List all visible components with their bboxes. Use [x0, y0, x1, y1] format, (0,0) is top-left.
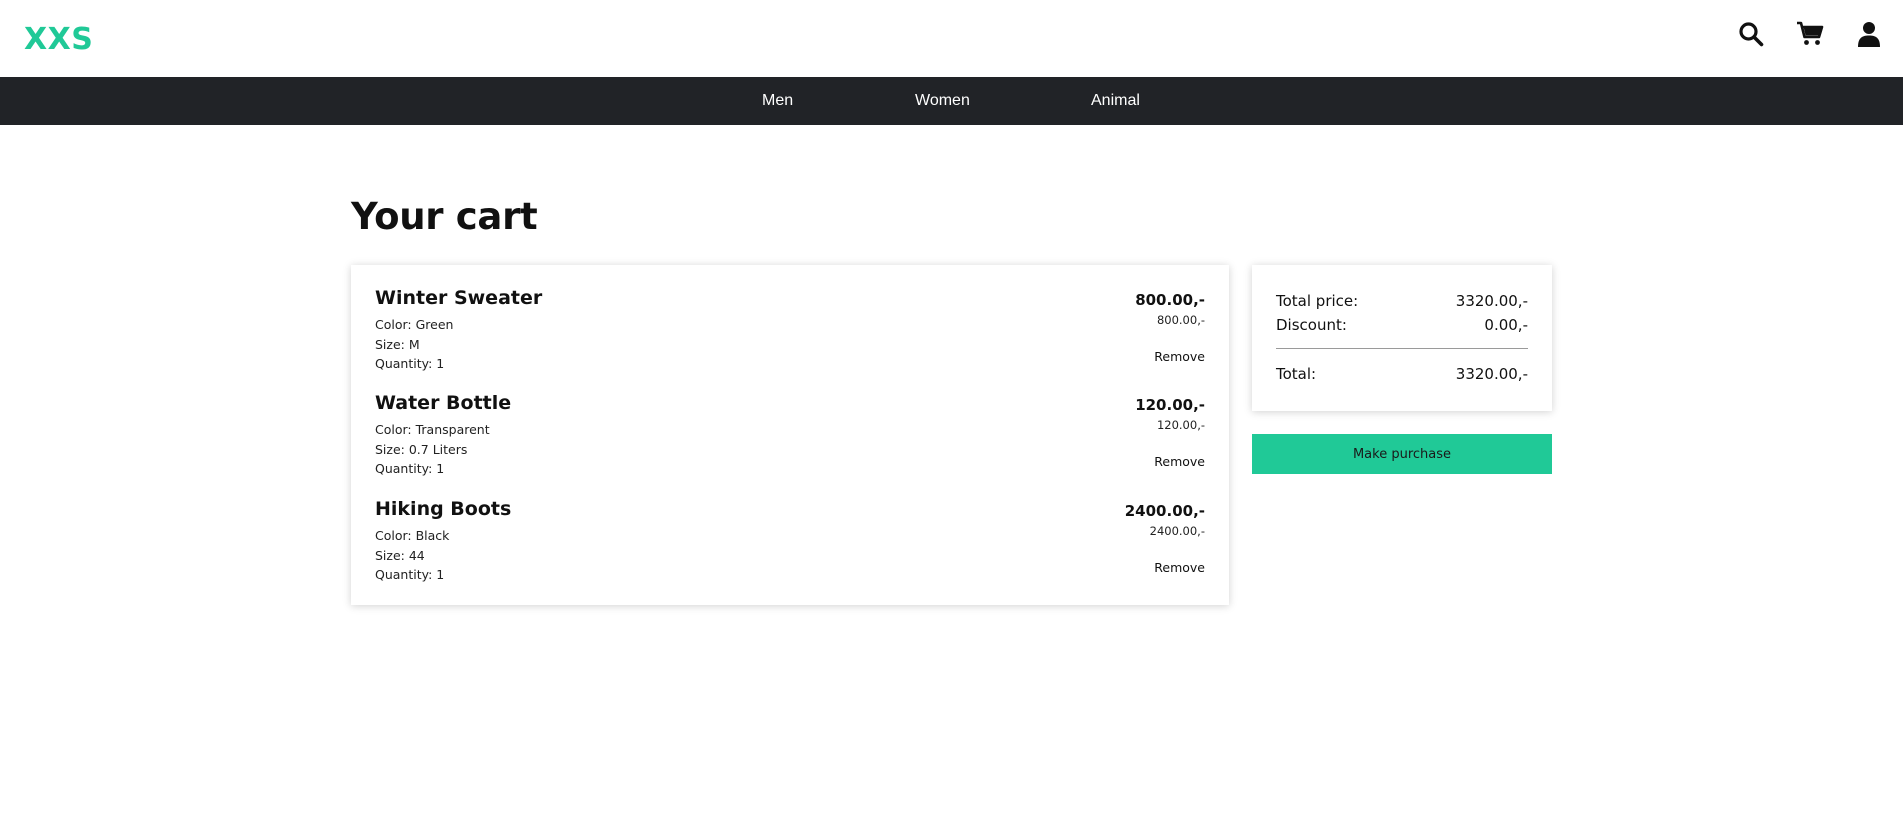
item-quantity: Quantity: 1 [375, 356, 445, 371]
item-name: Winter Sweater [375, 287, 543, 309]
item-unit-price: 2400.00,- [1149, 524, 1205, 538]
cart-items-card: Winter Sweater Color: Green Size: M Quan… [351, 265, 1229, 605]
discount-label: Discount: [1276, 316, 1347, 334]
main-nav: Men Women Animal [0, 77, 1903, 125]
nav-item-men[interactable]: Men [762, 92, 793, 110]
item-size: Size: 0.7 Liters [375, 442, 468, 457]
item-quantity: Quantity: 1 [375, 567, 445, 582]
logo[interactable]: XXS [24, 22, 93, 57]
item-name: Water Bottle [375, 392, 512, 414]
item-quantity: Quantity: 1 [375, 461, 445, 476]
item-price: 120.00,- [1135, 396, 1205, 414]
remove-button[interactable]: Remove [1154, 349, 1205, 364]
remove-button[interactable]: Remove [1154, 560, 1205, 575]
order-summary-card: Total price: 3320.00,- Discount: 0.00,- … [1252, 265, 1552, 411]
nav-item-animal[interactable]: Animal [1091, 92, 1140, 110]
top-header: XXS [0, 0, 1903, 77]
item-unit-price: 800.00,- [1156, 313, 1205, 327]
item-size: Size: M [375, 337, 420, 352]
item-color: Color: Black [375, 528, 450, 543]
item-price: 800.00,- [1135, 291, 1205, 309]
header-icons [1737, 18, 1883, 50]
make-purchase-button[interactable]: Make purchase [1252, 434, 1552, 474]
cart-item: Winter Sweater Color: Green Size: M Quan… [375, 287, 1205, 387]
discount-value: 0.00,- [1484, 316, 1528, 334]
summary-divider [1276, 348, 1528, 349]
cart-item: Hiking Boots Color: Black Size: 44 Quant… [375, 498, 1205, 598]
item-color: Color: Transparent [375, 422, 490, 437]
remove-button[interactable]: Remove [1154, 454, 1205, 469]
total-price-label: Total price: [1276, 292, 1359, 310]
total-value: 3320.00,- [1455, 365, 1528, 383]
search-icon[interactable] [1737, 18, 1765, 50]
total-label: Total: [1276, 365, 1317, 383]
cart-icon[interactable] [1796, 18, 1824, 50]
cart-item: Water Bottle Color: Transparent Size: 0.… [375, 392, 1205, 492]
page-title: Your cart [351, 195, 538, 238]
user-icon[interactable] [1855, 18, 1883, 50]
item-price: 2400.00,- [1124, 502, 1205, 520]
item-color: Color: Green [375, 317, 454, 332]
total-price-value: 3320.00,- [1455, 292, 1528, 310]
item-size: Size: 44 [375, 548, 425, 563]
item-name: Hiking Boots [375, 498, 512, 520]
item-unit-price: 120.00,- [1156, 418, 1205, 432]
nav-item-women[interactable]: Women [915, 92, 970, 110]
